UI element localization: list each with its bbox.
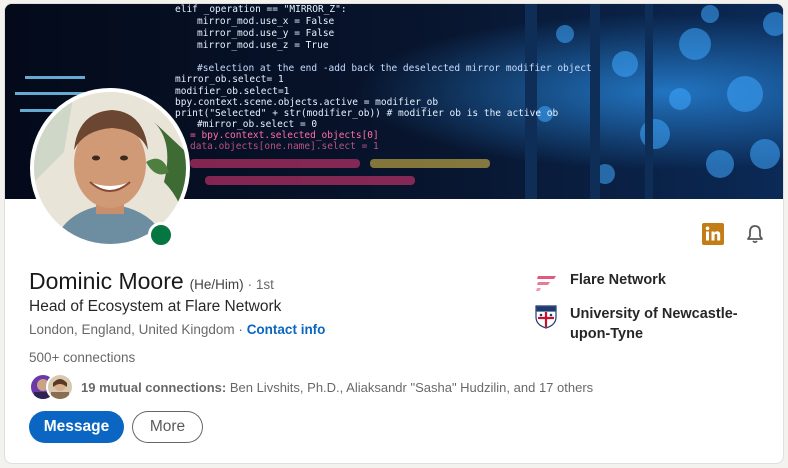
banner-code-line: data.objects[one.name].select = 1 [190, 141, 379, 152]
org-flare-network[interactable]: Flare Network [533, 270, 750, 296]
connection-degree: · 1st [247, 277, 274, 292]
mutual-connections-count: 19 mutual connections: [81, 379, 227, 395]
banner-code-line: #selection at the end -add back the dese… [197, 63, 592, 74]
bell-icon[interactable] [741, 220, 769, 248]
org-newcastle-university[interactable]: University of Newcastle-upon-Tyne [533, 304, 750, 344]
banner-code-line: mirror_ob.select= 1 [175, 74, 284, 85]
banner-code-line: mirror_mod.use_z = True [197, 40, 329, 51]
banner-code-line: mirror_mod.use_y = False [197, 28, 335, 39]
mutual-avatar [46, 373, 74, 401]
linkedin-icon[interactable] [699, 220, 727, 248]
contact-info-link[interactable]: Contact info [247, 322, 326, 337]
banner-code-line: = bpy.context.selected_objects[0] [190, 130, 379, 141]
mutual-avatars [29, 373, 75, 401]
location-separator: · [238, 322, 243, 337]
banner-code-line: bpy.context.scene.objects.active = modif… [175, 97, 438, 108]
banner-code-line: modifier_ob.select=1 [175, 86, 290, 97]
mutual-connections-text: 19 mutual connections: Ben Livshits, Ph.… [81, 380, 593, 395]
banner-code-line: mirror_mod.use_x = False [197, 16, 335, 27]
message-button[interactable]: Message [29, 411, 124, 443]
mutual-connections[interactable]: 19 mutual connections: Ben Livshits, Ph.… [29, 373, 593, 401]
profile-name: Dominic Moore [29, 268, 184, 294]
profile-card: elif _operation == "MIRROR_Z": mirror_mo… [4, 3, 784, 464]
profile-headline: Head of Ecosystem at Flare Network [29, 298, 282, 315]
org-name: Flare Network [570, 272, 666, 288]
banner-code-line: elif _operation == "MIRROR_Z": [175, 4, 347, 15]
university-crest-icon [533, 304, 559, 330]
online-status-dot [148, 222, 174, 248]
more-button[interactable]: More [132, 411, 203, 443]
connections-count[interactable]: 500+ connections [29, 350, 135, 365]
location-row: London, England, United Kingdom · Contac… [29, 322, 325, 337]
name-row: Dominic Moore (He/Him) · 1st [29, 268, 274, 295]
profile-pronouns: (He/Him) [189, 277, 244, 292]
banner-code-line: #mirror_ob.select = 0 [197, 119, 317, 130]
profile-location: London, England, United Kingdom [29, 322, 235, 337]
banner-code-line: print("Selected" + str(modifier_ob)) # m… [175, 108, 558, 119]
flare-logo-icon [533, 270, 559, 296]
mutual-connections-names: Ben Livshits, Ph.D., Aliaksandr "Sasha" … [229, 379, 594, 395]
org-name: University of Newcastle-upon-Tyne [570, 306, 738, 342]
